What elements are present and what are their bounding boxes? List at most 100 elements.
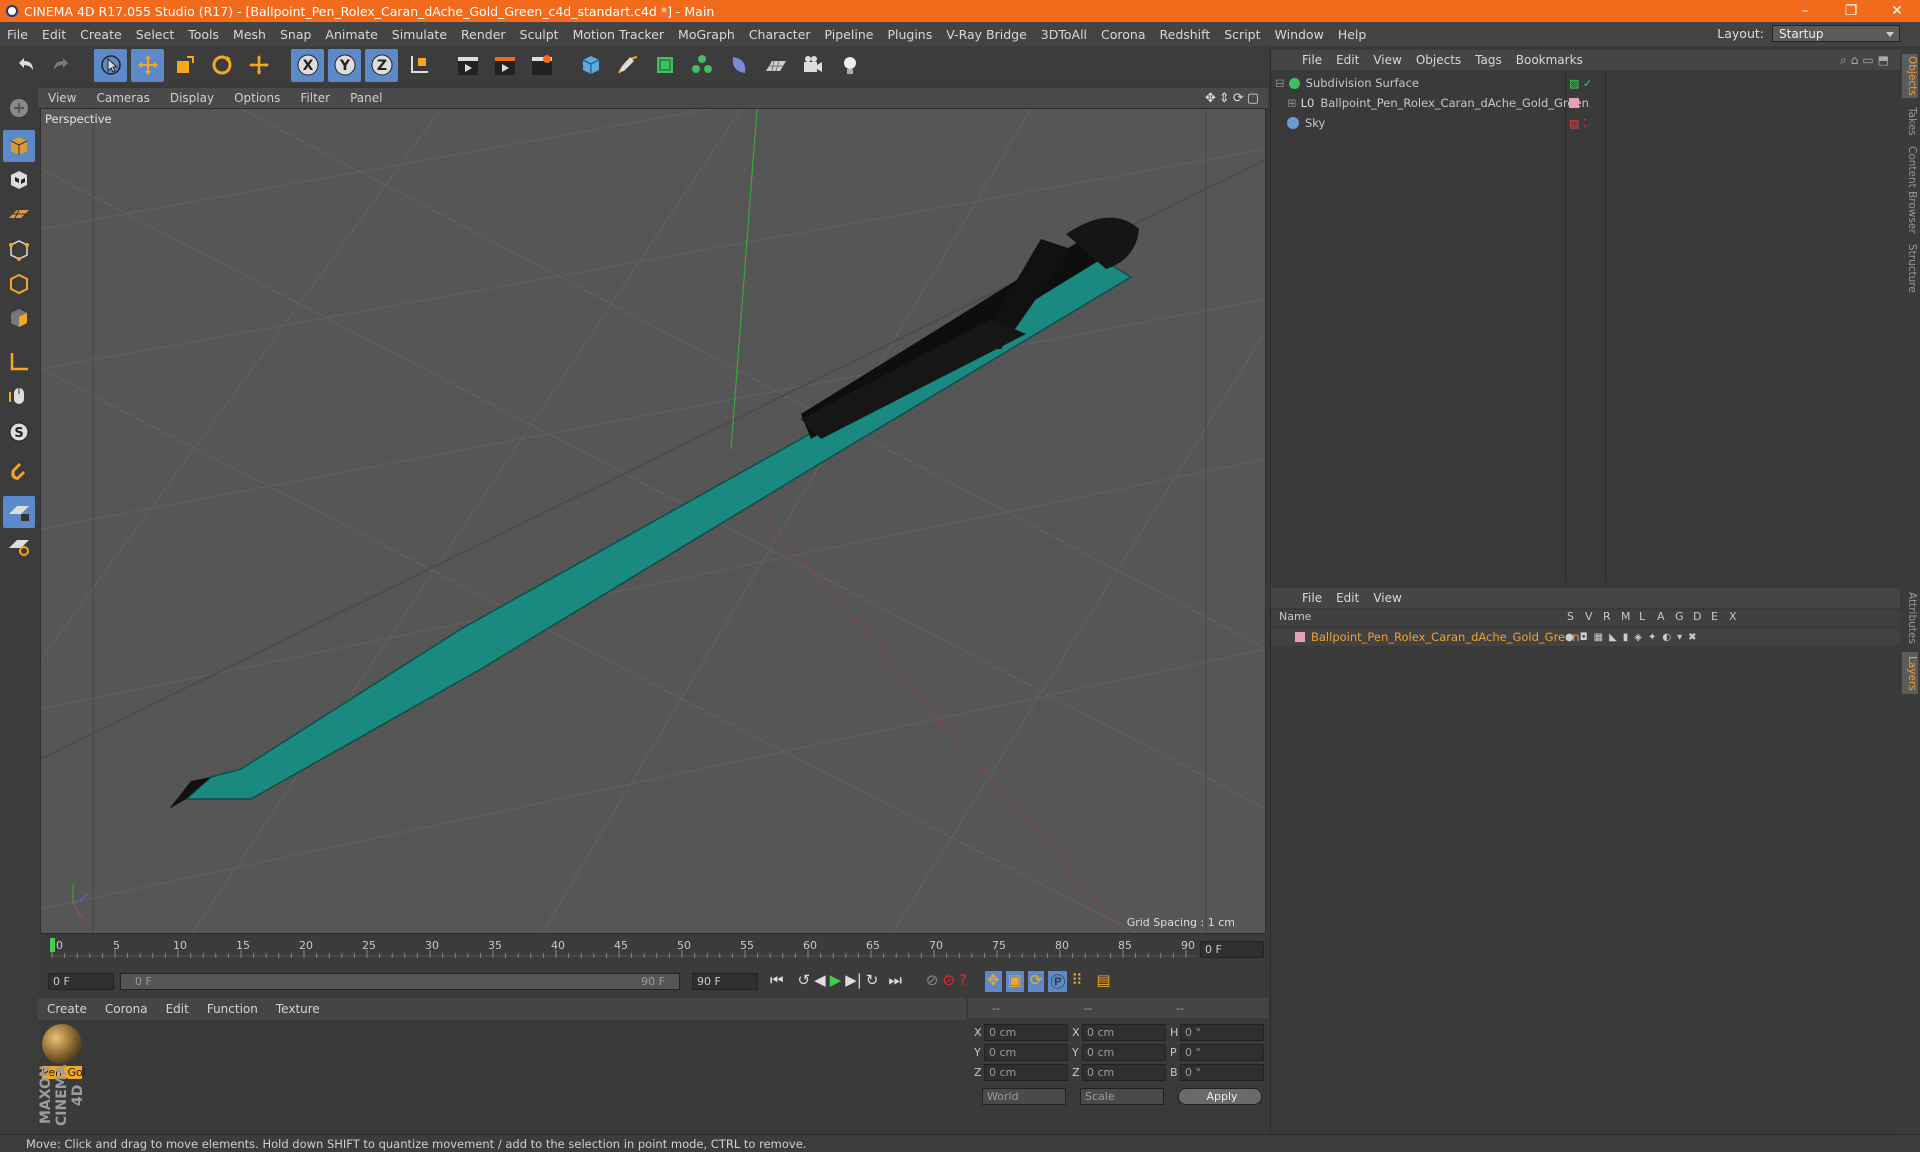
expand-icon[interactable]: ⊞	[1287, 96, 1297, 110]
play-button[interactable]: ▶	[830, 971, 842, 992]
planar-workplane-button[interactable]	[3, 530, 35, 562]
object-row-pen[interactable]: ⊞ L0 Ballpoint_Pen_Rolex_Caran_dAche_Gol…	[1271, 94, 1901, 112]
pen-spline-button[interactable]	[611, 49, 644, 82]
z-axis-button[interactable]: Z	[365, 48, 398, 82]
point-mode-button[interactable]	[3, 234, 35, 266]
frame-range-slider[interactable]: 0 F 90 F	[120, 973, 680, 990]
scale-tool-button[interactable]	[168, 49, 201, 82]
material-menu-function[interactable]: Function	[198, 1002, 267, 1016]
menu-edit[interactable]: Edit	[35, 27, 73, 42]
menu-help[interactable]: Help	[1331, 27, 1374, 42]
tab-objects[interactable]: Objects	[1902, 54, 1918, 98]
close-button[interactable]: ✕	[1874, 0, 1920, 22]
rot-b-field[interactable]: 0 °	[1180, 1064, 1264, 1081]
timeline-window-button[interactable]: ▤	[1096, 971, 1110, 992]
objects-menu-edit[interactable]: Edit	[1329, 53, 1366, 67]
scene-canvas[interactable]	[41, 109, 1266, 934]
make-editable-button[interactable]	[3, 92, 35, 124]
render-settings-button[interactable]	[525, 49, 558, 82]
objects-menu-tags[interactable]: Tags	[1468, 53, 1509, 67]
size-z-field[interactable]: 0 cm	[1082, 1064, 1166, 1081]
start-frame-field[interactable]: 0 F	[48, 973, 114, 990]
objects-search-icon[interactable]: ⌕⌂▭⬒	[1840, 53, 1893, 68]
object-name[interactable]: Ballpoint_Pen_Rolex_Caran_dAche_Gold_Gre…	[1320, 96, 1589, 110]
menu-select[interactable]: Select	[129, 27, 182, 42]
menu-redshift[interactable]: Redshift	[1153, 27, 1218, 42]
mograph-cloner-button[interactable]	[685, 49, 718, 82]
viewport-menu-panel[interactable]: Panel	[340, 91, 392, 105]
apply-button[interactable]: Apply	[1178, 1088, 1262, 1105]
tweak-mode-button[interactable]	[3, 380, 35, 412]
menu-vray-bridge[interactable]: V-Ray Bridge	[939, 27, 1034, 42]
layers-menu-edit[interactable]: Edit	[1329, 591, 1366, 605]
visibility-toggle-icon[interactable]: ▨ ⁚	[1569, 117, 1586, 130]
render-view-button[interactable]	[451, 49, 484, 82]
material-menu-texture[interactable]: Texture	[267, 1002, 329, 1016]
object-name[interactable]: Sky	[1305, 116, 1325, 130]
menu-animate[interactable]: Animate	[318, 27, 384, 42]
menu-motion-tracker[interactable]: Motion Tracker	[566, 27, 671, 42]
menu-character[interactable]: Character	[742, 27, 818, 42]
object-name[interactable]: Subdivision Surface	[1306, 76, 1419, 90]
layers-menu-file[interactable]: File	[1295, 591, 1329, 605]
y-axis-button[interactable]: Y	[328, 48, 361, 82]
snap-button[interactable]	[3, 456, 35, 488]
keyframe-help-button[interactable]: ?	[959, 971, 967, 992]
coord-scale-select[interactable]: Scale	[1080, 1088, 1164, 1105]
model-mode-button[interactable]	[3, 130, 35, 162]
viewport-menu-cameras[interactable]: Cameras	[86, 91, 159, 105]
solo-button[interactable]: S	[3, 416, 35, 448]
next-frame-button[interactable]: ▶|	[845, 971, 862, 992]
menu-tools[interactable]: Tools	[181, 27, 226, 42]
menu-pipeline[interactable]: Pipeline	[818, 27, 881, 42]
layers-menu-view[interactable]: View	[1366, 591, 1408, 605]
menu-render[interactable]: Render	[454, 27, 513, 42]
menu-create[interactable]: Create	[73, 27, 129, 42]
size-x-field[interactable]: 0 cm	[1082, 1024, 1166, 1041]
redo-button[interactable]	[45, 49, 78, 82]
key-scale-button[interactable]: ▣	[1005, 971, 1024, 992]
key-pla-button[interactable]: ⠿	[1071, 971, 1082, 992]
tab-layers[interactable]: Layers	[1902, 652, 1918, 694]
select-tool-button[interactable]	[94, 48, 127, 82]
minimize-button[interactable]: –	[1782, 0, 1828, 22]
coord-mode-select[interactable]: World	[982, 1088, 1066, 1105]
layer-color-swatch[interactable]	[1295, 632, 1305, 642]
camera-button[interactable]	[796, 49, 829, 82]
viewport-menu-view[interactable]: View	[38, 91, 86, 105]
pen-model[interactable]	[169, 217, 1139, 809]
menu-mesh[interactable]: Mesh	[226, 27, 273, 42]
viewport-menu-options[interactable]: Options	[224, 91, 290, 105]
go-to-end-button[interactable]: ⏭	[888, 971, 902, 992]
key-parameter-button[interactable]: Ⓟ	[1048, 971, 1068, 992]
rot-p-field[interactable]: 0 °	[1180, 1044, 1264, 1061]
rotate-tool-button[interactable]	[205, 49, 238, 82]
menu-plugins[interactable]: Plugins	[880, 27, 939, 42]
objects-menu-bookmarks[interactable]: Bookmarks	[1509, 53, 1590, 67]
menu-snap[interactable]: Snap	[273, 27, 318, 42]
workplane-mode-button[interactable]	[3, 198, 35, 230]
cube-button[interactable]	[574, 49, 607, 82]
lock-workplane-button[interactable]	[3, 496, 35, 528]
x-axis-button[interactable]: X	[291, 48, 324, 82]
subdivision-button[interactable]	[648, 49, 681, 82]
object-row-sky[interactable]: Sky ▨ ⁚	[1271, 114, 1901, 132]
autokey-button[interactable]: ⊙	[942, 971, 955, 992]
material-menu-create[interactable]: Create	[38, 1002, 96, 1016]
tab-attributes[interactable]: Attributes	[1902, 590, 1918, 646]
floor-button[interactable]	[759, 49, 792, 82]
viewport-nav-icons[interactable]: ✥⇕⟳▢	[1205, 91, 1262, 106]
tab-structure[interactable]: Structure	[1902, 242, 1918, 294]
move-tool-button[interactable]	[131, 48, 164, 82]
layer-color-swatch[interactable]	[1569, 98, 1579, 108]
menu-window[interactable]: Window	[1268, 27, 1331, 42]
polygon-mode-button[interactable]	[3, 302, 35, 334]
live-select-button[interactable]	[242, 49, 275, 82]
key-position-button[interactable]: ✥	[985, 971, 1002, 992]
go-to-start-button[interactable]: ⏮	[770, 971, 784, 992]
viewport-menu-filter[interactable]: Filter	[290, 91, 340, 105]
current-frame-field[interactable]: 0 F	[1200, 941, 1264, 958]
menu-file[interactable]: File	[0, 27, 35, 42]
maximize-button[interactable]: ❐	[1828, 0, 1874, 22]
pos-z-field[interactable]: 0 cm	[984, 1064, 1068, 1081]
